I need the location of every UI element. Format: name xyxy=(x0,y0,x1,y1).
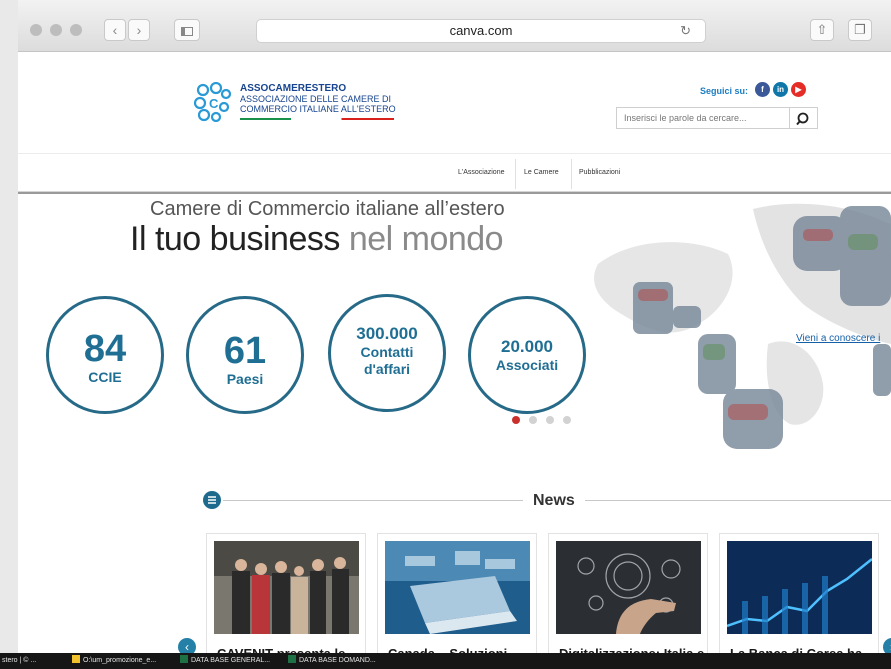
slider-dot-1[interactable] xyxy=(512,416,520,424)
news-divider-right xyxy=(585,500,891,501)
stat-value: 61 xyxy=(223,330,267,372)
taskbar-item-label: DATA BASE GENERAL... xyxy=(191,657,271,664)
youtube-icon[interactable]: ▶ xyxy=(791,82,806,97)
logo-line-3: COMMERCIO ITALIANE ALL'ESTERO xyxy=(240,104,396,114)
logo-text: ASSOCAMERESTERO ASSOCIAZIONE DELLE CAMER… xyxy=(240,83,396,115)
taskbar-item[interactable]: O:\um_promozione_e... xyxy=(72,653,156,669)
back-button[interactable]: ‹ xyxy=(104,19,126,41)
stat-label-line1: Contatti xyxy=(360,344,414,360)
news-card[interactable]: CAVENIT presenta le xyxy=(206,533,366,669)
nav-item-associazione[interactable]: L'Associazione xyxy=(458,169,504,176)
main-nav: L'Associazione Le Camere Pubblicazioni xyxy=(18,155,891,192)
news-card[interactable]: Digitalizzazione: Italia e xyxy=(548,533,708,669)
nav-item-pubblicazioni[interactable]: Pubblicazioni xyxy=(579,169,620,176)
hero-title-accent: nel mondo xyxy=(348,220,504,258)
address-bar[interactable]: canva.com ↻ xyxy=(256,19,706,43)
stat-circle-ccie: 84 CCIE xyxy=(46,296,164,414)
world-map-crowd-image xyxy=(594,203,891,449)
windows-taskbar: stero | © ... O:\um_promozione_e... DATA… xyxy=(0,653,891,669)
stat-label: Paesi xyxy=(226,371,264,387)
forward-button[interactable]: › xyxy=(128,19,150,41)
hero-title-main: Il tuo business xyxy=(130,220,340,258)
nav-divider xyxy=(571,159,572,189)
stat-label: Associati xyxy=(495,357,559,373)
site-header: C ASSOCAMERESTERO ASSOCIAZIONE DELLE CAM… xyxy=(18,52,891,154)
taskbar-item-label: O:\um_promozione_e... xyxy=(83,657,157,664)
tabs-button[interactable]: ❐ xyxy=(848,19,872,41)
logo-line-1: ASSOCAMERESTERO xyxy=(240,83,347,94)
stat-circle-associati: 20.000 Associati xyxy=(468,296,586,414)
minimize-window-button[interactable] xyxy=(50,24,62,36)
hero-title: Il tuo business nel mondo xyxy=(130,220,504,259)
browser-toolbar: ‹ › canva.com ↻ ⇧ ❐ xyxy=(18,0,891,52)
tabs-icon: ❐ xyxy=(854,22,866,37)
back-icon: ‹ xyxy=(112,22,118,38)
linkedin-icon[interactable]: in xyxy=(773,82,788,97)
nav-divider xyxy=(515,159,516,189)
slider-dot-3[interactable] xyxy=(546,416,554,424)
taskbar-item-label: DATA BASE DOMAND... xyxy=(299,657,376,664)
close-window-button[interactable] xyxy=(30,24,42,36)
browser-window: ‹ › canva.com ↻ ⇧ ❐ C ASSOCAMERESTERO AS… xyxy=(18,0,891,669)
news-image-finance-chart xyxy=(727,541,872,634)
share-icon: ⇧ xyxy=(816,22,828,37)
news-heading: News xyxy=(533,492,575,509)
sidebar-icon xyxy=(181,27,193,36)
stat-value: 84 xyxy=(83,328,127,370)
excel-icon xyxy=(288,655,296,663)
slider-dot-2[interactable] xyxy=(529,416,537,424)
stat-label: CCIE xyxy=(88,369,122,385)
stat-value: 20.000 xyxy=(501,337,553,356)
taskbar-item-label: stero | © ... xyxy=(2,657,37,664)
stat-circle-paesi: 61 Paesi xyxy=(186,296,304,414)
forward-icon: › xyxy=(136,22,142,38)
search-icon xyxy=(796,112,809,126)
search-input[interactable]: Inserisci le parole da cercare... xyxy=(616,107,790,129)
search-button[interactable] xyxy=(790,107,818,129)
logo-line-2: ASSOCIAZIONE DELLE CAMERE DI xyxy=(240,94,392,104)
zoom-window-button[interactable] xyxy=(70,24,82,36)
news-image-group-photo xyxy=(214,541,359,634)
news-divider-left xyxy=(223,500,523,501)
news-card[interactable]: Canada – Soluzioni xyxy=(377,533,537,669)
news-card[interactable]: La Banca di Corea ha xyxy=(719,533,879,669)
slider-dot-4[interactable] xyxy=(563,416,571,424)
taskbar-item[interactable]: DATA BASE DOMAND... xyxy=(288,653,376,669)
facebook-icon[interactable]: f xyxy=(755,82,770,97)
news-image-laptop xyxy=(385,541,530,634)
share-button[interactable]: ⇧ xyxy=(810,19,834,41)
excel-icon xyxy=(180,655,188,663)
nav-item-camere[interactable]: Le Camere xyxy=(524,169,559,176)
assocamerestero-logo-icon[interactable]: C xyxy=(194,82,232,122)
news-image-digital-hand xyxy=(556,541,701,634)
tricolore-bar xyxy=(240,118,394,120)
stat-label-line2: d'affari xyxy=(363,361,411,377)
folder-icon xyxy=(72,655,80,663)
stat-value: 300.000 xyxy=(356,324,418,343)
follow-us-label: Seguici su: xyxy=(700,86,749,96)
taskbar-item[interactable]: DATA BASE GENERAL... xyxy=(180,653,270,669)
stat-circle-contatti: 300.000 Contatti d'affari xyxy=(328,294,446,412)
hero-subtitle: Camere di Commercio italiane all’estero xyxy=(150,198,505,220)
chevron-left-icon: ‹ xyxy=(185,640,189,654)
url-text: canva.com xyxy=(449,23,513,38)
learn-more-link[interactable]: Vieni a conoscere i xyxy=(796,333,880,344)
taskbar-item[interactable]: stero | © ... xyxy=(2,653,36,669)
svg-text:C: C xyxy=(209,96,219,111)
hero-banner: Camere di Commercio italiane all’estero … xyxy=(18,194,891,456)
reload-icon[interactable]: ↻ xyxy=(680,20,691,42)
sidebar-toggle-button[interactable] xyxy=(174,19,200,41)
news-list-icon xyxy=(203,491,221,509)
